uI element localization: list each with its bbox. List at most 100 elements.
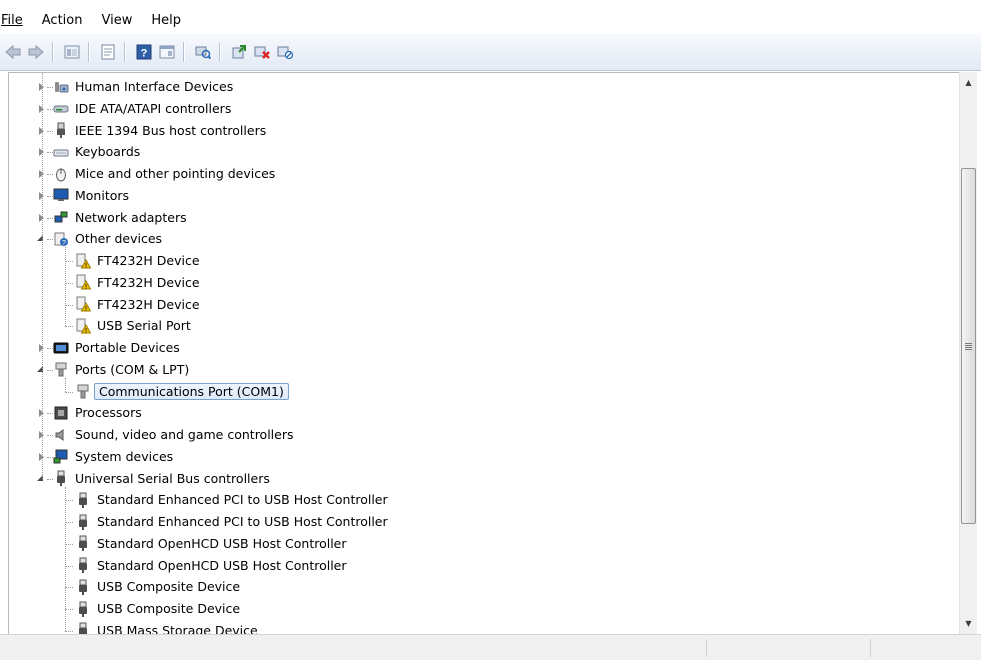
tree-category-row[interactable]: ? Other devices	[53, 228, 162, 249]
properties-icon	[101, 44, 115, 60]
back-icon	[5, 45, 21, 59]
toolbar-separator	[219, 42, 221, 62]
sound-icon	[53, 427, 69, 443]
tree-connector	[65, 565, 73, 567]
show-hide-button[interactable]	[157, 42, 177, 62]
tree-category-row[interactable]: IEEE 1394 Bus host controllers	[53, 120, 266, 141]
menu-view[interactable]: View	[100, 13, 133, 32]
unknown-device-icon: ?	[53, 231, 69, 247]
menu-action[interactable]: Action	[41, 13, 84, 32]
tree-item-label: Mice and other pointing devices	[75, 166, 276, 181]
tree-device-row[interactable]: Standard OpenHCD USB Host Controller	[75, 555, 347, 576]
back-button[interactable]	[3, 42, 23, 62]
tree-category-row[interactable]: Mice and other pointing devices	[53, 163, 275, 184]
tree-device-row[interactable]: Standard OpenHCD USB Host Controller	[75, 533, 347, 554]
warning-device-icon: !	[75, 318, 91, 334]
tree-connector	[42, 73, 43, 479]
mouse-icon	[53, 166, 69, 182]
usb-icon	[75, 579, 91, 595]
forward-icon	[28, 45, 44, 59]
help-button[interactable]: ?	[134, 42, 154, 62]
scroll-down-arrow-icon: ▼	[965, 619, 972, 628]
tree-item-label: Processors	[75, 405, 142, 421]
tree-item-label: FT4232H Device	[97, 274, 200, 290]
warning-device-icon: !	[75, 253, 91, 269]
tree-item-label: Ports (COM & LPT)	[75, 361, 190, 377]
tree-category-row[interactable]: Human Interface Devices	[53, 76, 233, 97]
tree-item-label: USB Composite Device	[97, 601, 241, 616]
tree-connector	[65, 500, 73, 502]
tree-category-row[interactable]: Monitors	[53, 185, 129, 206]
tree-category-row[interactable]: System devices	[53, 446, 173, 467]
usb-icon	[53, 470, 69, 486]
tree-category-row[interactable]: IDE ATA/ATAPI controllers	[53, 98, 231, 119]
update-driver-button[interactable]	[229, 42, 249, 62]
tree-category-row[interactable]: Ports (COM & LPT)	[53, 359, 189, 380]
tree-device-row[interactable]: ! USB Serial Port	[75, 315, 191, 336]
vertical-scrollbar[interactable]: ▲ ▼	[959, 72, 977, 634]
tree-device-row[interactable]: USB Mass Storage Device	[75, 620, 258, 635]
menu-help-label: Help	[151, 13, 181, 28]
tree-connector	[65, 609, 73, 610]
status-panel	[870, 639, 871, 657]
forward-button[interactable]	[26, 42, 46, 62]
tree-connector	[65, 486, 66, 631]
processor-icon	[53, 405, 69, 421]
tree-connector	[65, 522, 73, 523]
scroll-up-button[interactable]: ▲	[960, 74, 977, 91]
properties-button[interactable]	[98, 42, 118, 62]
tree-category-row[interactable]: Portable Devices	[53, 337, 180, 358]
tree-device-row[interactable]: USB Composite Device	[75, 598, 240, 619]
tree-item-label: FT4232H Device	[97, 296, 200, 312]
tree-item-label: Portable Devices	[75, 340, 180, 355]
tree-category-row[interactable]: Network adapters	[53, 207, 187, 228]
tree-item-label: Monitors	[75, 187, 130, 203]
uninstall-icon	[254, 46, 270, 59]
scroll-down-button[interactable]: ▼	[960, 615, 977, 632]
menu-file[interactable]: File	[0, 13, 24, 32]
up-icon	[64, 45, 80, 59]
menu-help[interactable]: Help	[150, 13, 182, 32]
tree-device-row[interactable]: ! FT4232H Device	[75, 250, 200, 271]
tree-device-row[interactable]: ! FT4232H Device	[75, 294, 200, 315]
hid-icon	[53, 79, 69, 95]
tree-device-row[interactable]: Communications Port (COM1)	[75, 381, 289, 402]
network-icon	[53, 209, 69, 225]
tree-item-label: Standard Enhanced PCI to USB Host Contro…	[97, 514, 388, 529]
svg-text:?: ?	[141, 48, 148, 60]
tree-category-row[interactable]: Processors	[53, 402, 142, 423]
tree-item-label: IEEE 1394 Bus host controllers	[75, 122, 267, 138]
tree-connector	[65, 391, 73, 393]
uninstall-button[interactable]	[252, 42, 272, 62]
svg-text:!: !	[85, 307, 87, 313]
tree-device-row[interactable]: ! FT4232H Device	[75, 272, 200, 293]
tree-item-label: Human Interface Devices	[75, 79, 234, 94]
tree-connector	[65, 630, 73, 632]
svg-text:!: !	[85, 328, 87, 334]
tree-device-row[interactable]: Standard Enhanced PCI to USB Host Contro…	[75, 511, 388, 532]
scroll-thumb[interactable]	[961, 168, 976, 524]
device-tree[interactable]: Human Interface Devices IDE ATA/ATAPI con…	[8, 72, 960, 635]
tree-connector	[65, 282, 73, 284]
tree-device-row[interactable]: Standard Enhanced PCI to USB Host Contro…	[75, 489, 388, 510]
scroll-grip-icon	[965, 342, 972, 350]
tree-connector	[65, 247, 66, 327]
tree-connector	[65, 543, 73, 545]
tree-category-row[interactable]: Sound, video and game controllers	[53, 424, 294, 445]
tree-category-row[interactable]: Keyboards	[53, 141, 140, 162]
disable-button[interactable]	[275, 42, 295, 62]
ide-icon	[53, 100, 69, 116]
svg-text:!: !	[85, 285, 87, 291]
menu-file-label: File	[1, 13, 23, 28]
tree-item-label: Keyboards	[75, 144, 141, 160]
tree-device-row[interactable]: USB Composite Device	[75, 576, 240, 597]
tree-item-label: Standard Enhanced PCI to USB Host Contro…	[97, 492, 388, 508]
warning-device-icon: !	[75, 296, 91, 312]
tree-category-row[interactable]: Universal Serial Bus controllers	[53, 468, 270, 489]
tree-item-label: System devices	[75, 448, 174, 464]
tree-item-label: USB Serial Port	[97, 318, 191, 334]
scan-icon	[195, 46, 211, 60]
scan-hardware-button[interactable]	[193, 42, 213, 62]
up-button[interactable]	[62, 42, 82, 62]
toolbar: ?	[0, 34, 981, 71]
